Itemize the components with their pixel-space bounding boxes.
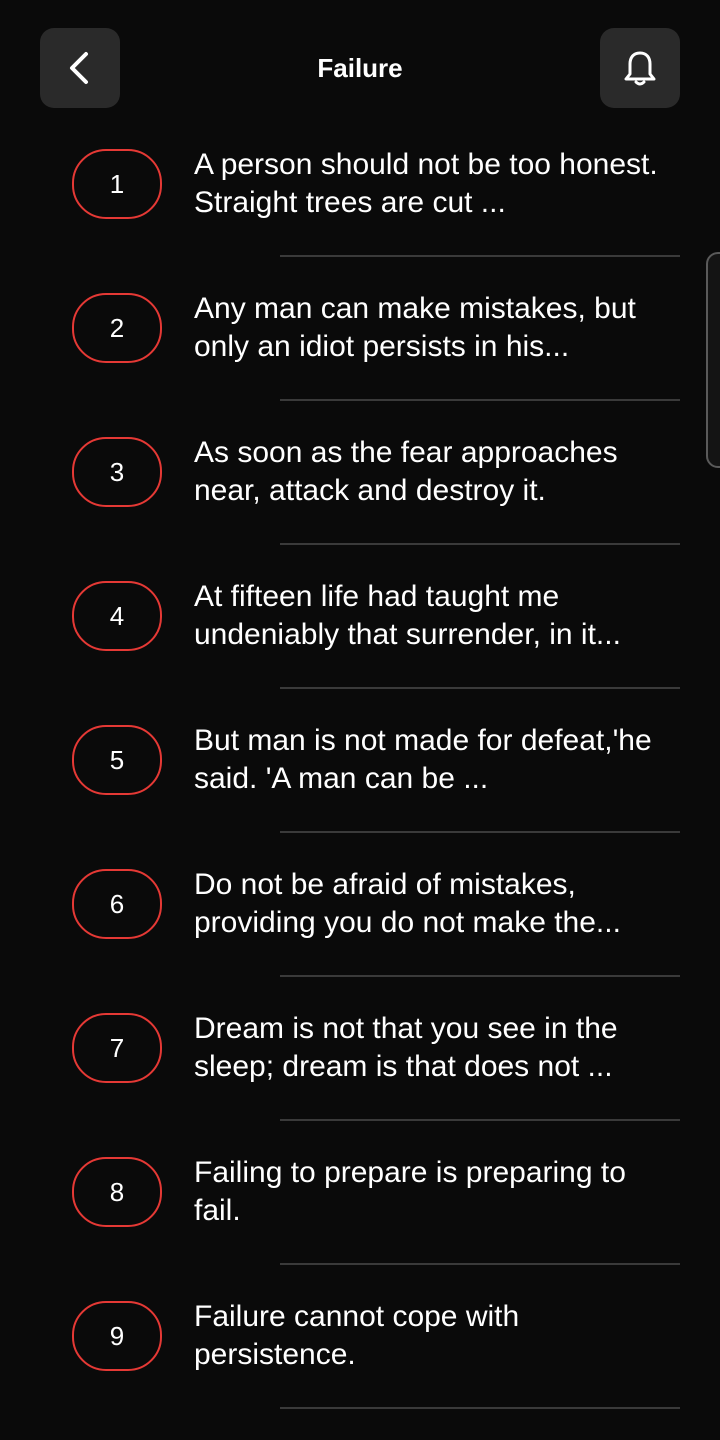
item-number: 2 <box>72 293 162 363</box>
item-number: 6 <box>72 869 162 939</box>
quote-text: Dream is not that you see in the sleep; … <box>194 1012 618 1083</box>
edge-panel-handle[interactable] <box>706 252 720 468</box>
item-number: 4 <box>72 581 162 651</box>
divider <box>280 255 680 257</box>
list-item[interactable]: 1 A person should not be too honest. Str… <box>0 144 720 288</box>
bell-icon <box>624 51 656 86</box>
item-number: 1 <box>72 149 162 219</box>
divider <box>280 399 680 401</box>
list-item[interactable]: 8 Failing to prepare is preparing to fai… <box>0 1152 720 1296</box>
list-item[interactable]: 6 Do not be afraid of mistakes, providin… <box>0 864 720 1008</box>
quote-text: Any man can make mistakes, but only an i… <box>194 292 636 363</box>
divider <box>280 831 680 833</box>
quote-text: A person should not be too honest. Strai… <box>194 148 658 219</box>
item-number: 8 <box>72 1157 162 1227</box>
quote-text: But man is not made for defeat,'he said.… <box>194 724 652 795</box>
list-item[interactable]: 5 But man is not made for defeat,'he sai… <box>0 720 720 864</box>
item-number: 9 <box>72 1301 162 1371</box>
divider <box>280 543 680 545</box>
top-bar: Failure <box>0 0 720 136</box>
item-number: 5 <box>72 725 162 795</box>
divider <box>280 975 680 977</box>
item-number: 3 <box>72 437 162 507</box>
quote-text: At fifteen life had taught me undeniably… <box>194 580 621 651</box>
divider <box>280 1263 680 1265</box>
quote-text: Do not be afraid of mistakes, providing … <box>194 868 621 939</box>
quote-text: Failing to prepare is preparing to fail. <box>194 1156 626 1227</box>
divider <box>280 1407 680 1409</box>
quote-text: As soon as the fear approaches near, att… <box>194 436 618 507</box>
quote-list: 1 A person should not be too honest. Str… <box>0 144 720 1440</box>
list-item[interactable]: 9 Failure cannot cope with persistence. <box>0 1296 720 1440</box>
item-number: 7 <box>72 1013 162 1083</box>
notification-button[interactable] <box>600 28 680 108</box>
list-item[interactable]: 7 Dream is not that you see in the sleep… <box>0 1008 720 1152</box>
list-item[interactable]: 2 Any man can make mistakes, but only an… <box>0 288 720 432</box>
quote-text: Failure cannot cope with persistence. <box>194 1300 520 1371</box>
divider <box>280 1119 680 1121</box>
list-item[interactable]: 4 At fifteen life had taught me undeniab… <box>0 576 720 720</box>
list-item[interactable]: 3 As soon as the fear approaches near, a… <box>0 432 720 576</box>
divider <box>280 687 680 689</box>
